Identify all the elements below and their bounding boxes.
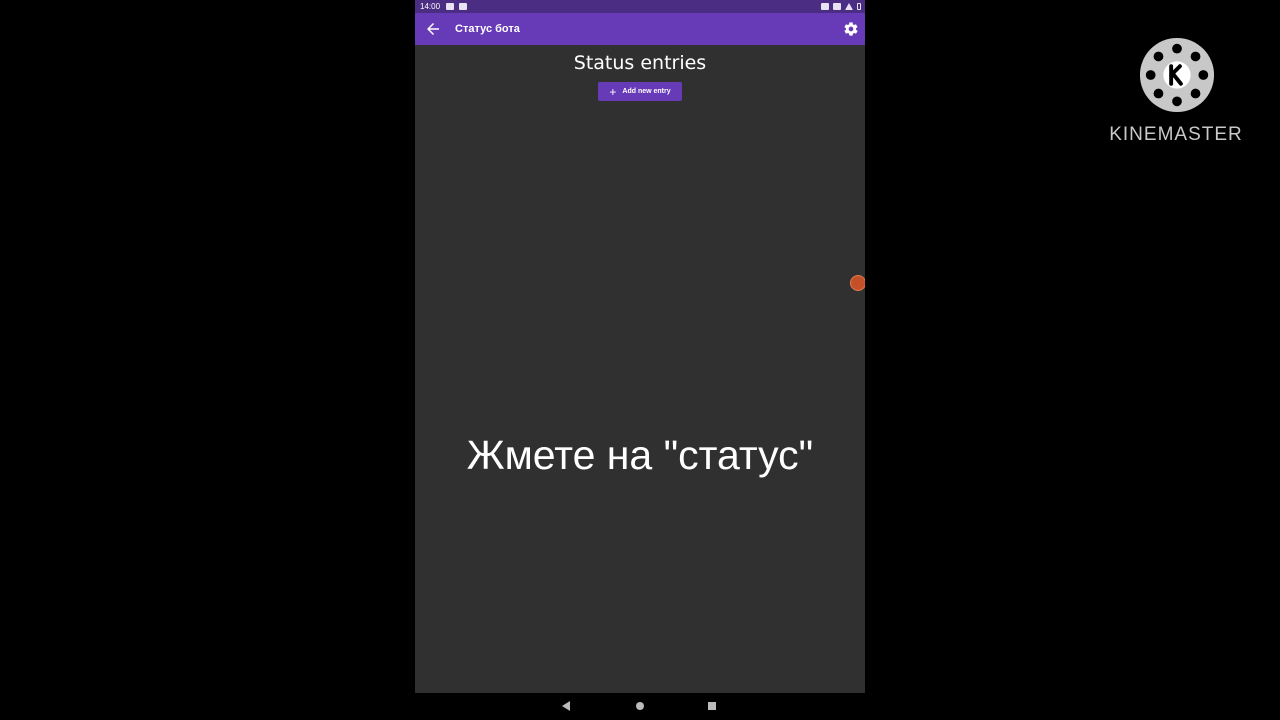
status-bar: 14:00 [415, 0, 865, 13]
app-bar-title: Статус бота [455, 23, 520, 35]
nav-back-icon[interactable] [562, 701, 570, 711]
app-bar: Статус бота [415, 13, 865, 45]
nav-recents-icon[interactable] [708, 702, 716, 710]
add-new-entry-button[interactable]: + Add new entry [598, 82, 682, 101]
wifi-icon [845, 3, 853, 10]
back-arrow-icon[interactable] [424, 20, 442, 38]
page-title: Status entries [573, 52, 707, 74]
status-time: 14:00 [420, 2, 441, 11]
floating-bubble-icon[interactable] [850, 275, 865, 291]
phone-screen: 14:00 Статус бота Status entries + Add n… [415, 0, 865, 693]
cast-icon [821, 3, 829, 10]
gear-icon[interactable] [843, 21, 859, 37]
plus-icon: + [609, 84, 617, 99]
status-notification-icons [446, 3, 467, 10]
status-system-icons [821, 3, 861, 10]
video-camera-icon [446, 3, 454, 10]
system-navigation-bar [415, 693, 865, 720]
video-subtitle: Жмете на "статус" [466, 432, 814, 478]
add-new-entry-label: Add new entry [622, 88, 671, 95]
kinemaster-logo-icon [1139, 37, 1215, 113]
nav-home-icon[interactable] [636, 702, 644, 710]
gamepad-icon [459, 3, 467, 10]
kinemaster-watermark-text: KINEMASTER [1109, 124, 1243, 145]
battery-icon [857, 3, 861, 10]
mute-icon [833, 3, 841, 10]
